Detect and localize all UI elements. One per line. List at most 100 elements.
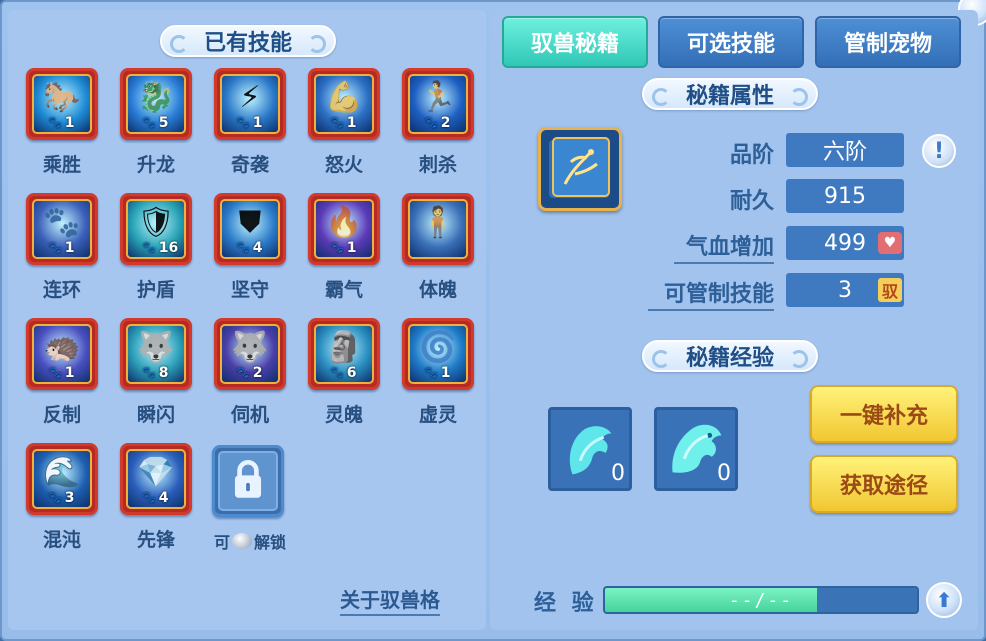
skill-slot[interactable]: ⚡ 🐾 1 奇袭 <box>212 68 288 178</box>
paw-icon: 🐾 <box>330 366 344 379</box>
skill-glyph-icon: 🛡 <box>136 205 176 240</box>
skill-slot[interactable]: 🌀 🐾 1 虚灵 <box>400 318 476 428</box>
info-icon[interactable]: ! <box>922 134 956 168</box>
skill-art-icon: 🦔 🐾 1 <box>32 324 92 384</box>
exp-bar-label: 经 验 <box>534 591 598 616</box>
skill-icon-frame: 💪 🐾 1 <box>308 68 380 140</box>
skill-glyph-icon: ⚡ <box>239 80 261 115</box>
about-beast-grid-link[interactable]: 关于驭兽格 <box>340 584 440 616</box>
skill-name: 奇袭 <box>230 154 269 176</box>
skill-art-icon: ⛊ 🐾 4 <box>220 199 280 259</box>
skill-art-icon: 🧍 <box>408 199 468 259</box>
upgrade-arrow-icon[interactable]: ⬆ <box>926 582 962 618</box>
skill-icon-frame: ⛊ 🐾 4 <box>214 193 286 265</box>
tab-optional-skills[interactable]: 可选技能 <box>658 16 804 68</box>
obtain-source-button[interactable]: 获取途径 <box>810 455 958 513</box>
skill-glyph-icon: 🐎 <box>43 80 81 115</box>
skill-slot[interactable]: 🌊 🐾 3 混沌 <box>24 443 100 553</box>
owned-skills-title: 已有技能 <box>160 25 336 57</box>
skill-level: 🐾 1 <box>44 114 78 131</box>
skill-glyph-icon: 🌀 <box>419 330 457 365</box>
hp-bonus-box: 499 ♥ <box>786 226 904 260</box>
skill-slot[interactable]: 🐉 🐾 5 升龙 <box>118 68 194 178</box>
auto-fill-button[interactable]: 一键补充 <box>810 385 958 443</box>
paw-icon: 🐾 <box>142 491 156 504</box>
skill-name: 灵魄 <box>324 404 363 426</box>
skill-icon-frame: 🧍 <box>402 193 474 265</box>
exp-item-1[interactable]: 0 <box>548 407 632 491</box>
exp-progress-bar: --/-- <box>603 586 919 614</box>
skill-glyph-icon: 🐉 <box>137 80 175 115</box>
skill-slot[interactable]: 🐺 🐾 8 瞬闪 <box>118 318 194 428</box>
skill-level: 🐾 1 <box>44 239 78 256</box>
skill-slot[interactable]: 💪 🐾 1 怒火 <box>306 68 382 178</box>
skill-art-icon: 🐉 🐾 5 <box>126 74 186 134</box>
skill-level: 🐾 16 <box>138 239 182 256</box>
skill-level-value: 1 <box>64 364 75 381</box>
heart-icon: ♥ <box>878 232 902 254</box>
controllable-skills-value: 3 <box>838 277 852 303</box>
skill-name: 怒火 <box>324 154 363 176</box>
skill-art-icon: 🐾 🐾 1 <box>32 199 92 259</box>
skill-slot[interactable]: 🧍 体魄 <box>400 193 476 303</box>
skill-art-icon: 🐺 🐾 2 <box>220 324 280 384</box>
skill-slot[interactable]: 🔥 🐾 1 霸气 <box>306 193 382 303</box>
skill-name: 混沌 <box>42 529 81 551</box>
controllable-skills-label[interactable]: 可管制技能 <box>648 276 774 311</box>
skill-glyph-icon: ⛊ <box>238 205 262 240</box>
skill-slot[interactable]: 🐺 🐾 2 伺机 <box>212 318 288 428</box>
manual-book-icon[interactable] <box>538 127 622 211</box>
unlock-suffix: 解锁 <box>254 533 287 552</box>
unlock-prefix: 可 <box>213 533 230 552</box>
skill-slot[interactable]: 💎 🐾 4 先锋 <box>118 443 194 553</box>
skill-name: 瞬闪 <box>136 404 175 426</box>
skill-slot[interactable]: 🐾 🐾 1 连环 <box>24 193 100 303</box>
skill-art-icon: 💪 🐾 1 <box>314 74 374 134</box>
skill-name: 连环 <box>42 279 81 301</box>
skill-level-value: 6 <box>346 364 357 381</box>
lock-icon <box>218 451 278 511</box>
tab-beast-manual[interactable]: 驭兽秘籍 <box>502 16 648 68</box>
skill-name: 伺机 <box>230 404 269 426</box>
skill-art-icon: 🐎 🐾 1 <box>32 74 92 134</box>
skill-level-value: 1 <box>64 239 75 256</box>
paw-icon: 🐾 <box>330 116 344 129</box>
exp-progress-text: --/-- <box>728 589 794 611</box>
skill-name: 升龙 <box>136 154 175 176</box>
paw-icon: 🐾 <box>48 116 62 129</box>
hp-bonus-label[interactable]: 气血增加 <box>674 229 774 264</box>
skill-art-icon: 🗿 🐾 6 <box>314 324 374 384</box>
skill-glyph-icon: 🌊 <box>43 455 81 490</box>
manual-experience-title: 秘籍经验 <box>642 340 818 372</box>
skill-slot[interactable]: ⛊ 🐾 4 坚守 <box>212 193 288 303</box>
skill-name: 先锋 <box>136 529 175 551</box>
skill-slot[interactable]: 🏃 🐾 2 刺杀 <box>400 68 476 178</box>
paw-icon: 🐾 <box>48 366 62 379</box>
skill-level: 🐾 4 <box>138 490 172 506</box>
skill-level-value: 1 <box>346 114 357 131</box>
skill-slot[interactable]: 🛡 🐾 16 护盾 <box>118 193 194 303</box>
paw-icon: 🐾 <box>424 366 438 379</box>
skill-slot[interactable]: 🦔 🐾 1 反制 <box>24 318 100 428</box>
manual-attributes-title: 秘籍属性 <box>642 78 818 110</box>
skill-level-value: 16 <box>158 239 179 256</box>
locked-slot-frame <box>212 445 284 517</box>
hp-bonus-value: 499 <box>824 230 866 256</box>
grade-value: 六阶 <box>786 133 904 167</box>
skill-level-value: 3 <box>64 489 75 506</box>
tab-controlled-pets[interactable]: 管制宠物 <box>815 16 961 68</box>
skill-icon-frame: 🐉 🐾 5 <box>120 68 192 140</box>
durability-value: 915 <box>786 179 904 213</box>
exp-item-2[interactable]: 0 <box>654 407 738 491</box>
skill-icon-frame: 💎 🐾 4 <box>120 443 192 515</box>
skill-level: 🐾 1 <box>232 115 266 131</box>
paw-icon: 🐾 <box>424 116 438 129</box>
skill-slot[interactable]: 🗿 🐾 6 灵魄 <box>306 318 382 428</box>
skill-name: 坚守 <box>230 279 269 301</box>
paw-icon: 🐾 <box>142 116 156 129</box>
locked-skill-slot[interactable]: 可 解锁 <box>210 445 286 555</box>
skill-level-value: 2 <box>440 114 451 131</box>
skill-slot[interactable]: 🐎 🐾 1 乘胜 <box>24 68 100 178</box>
skill-level-value: 1 <box>64 114 75 131</box>
skill-level-value: 5 <box>158 114 169 131</box>
